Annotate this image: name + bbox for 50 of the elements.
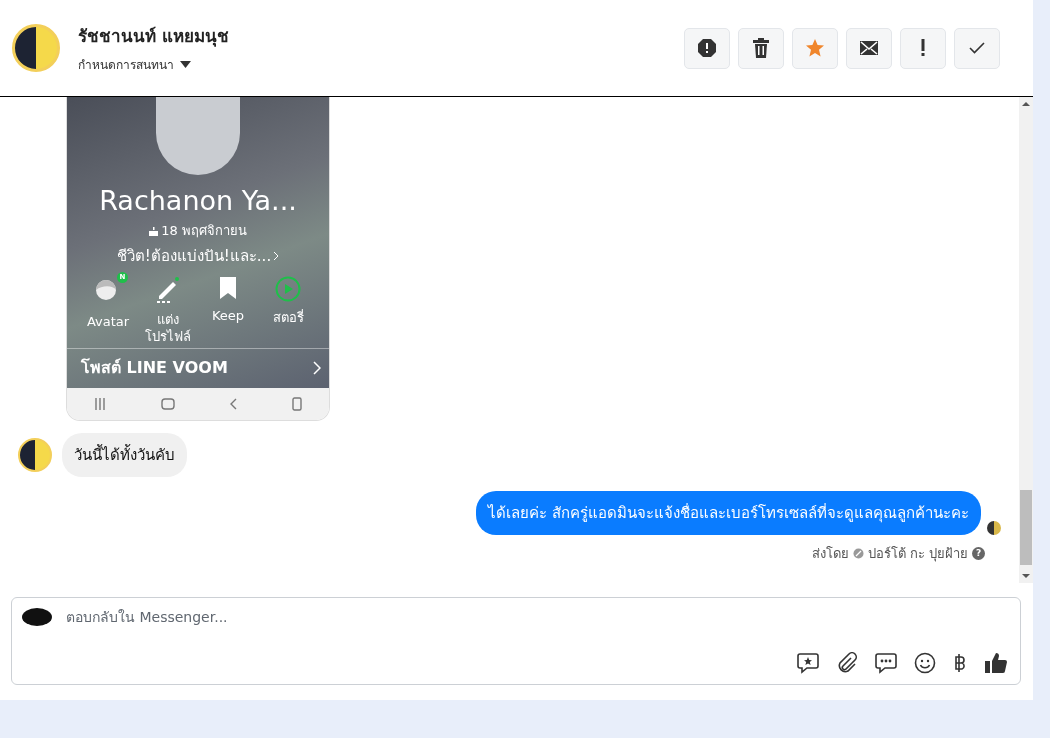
alert-icon xyxy=(697,38,717,58)
pencil-icon xyxy=(155,276,181,304)
scrollbar[interactable] xyxy=(1019,97,1033,583)
outgoing-message: ได้เลยค่ะ สักครู่แอดมินจะแจ้งชื่อและเบอร์โทรเซลล์ที่จะดูแลคุณลูกค้านะคะ xyxy=(476,491,981,535)
recent-apps-icon xyxy=(94,398,107,410)
birthday-text: 18 พฤศจิกายน xyxy=(161,222,247,240)
contact-avatar xyxy=(18,438,52,472)
check-icon xyxy=(969,42,985,54)
chevron-right-icon xyxy=(313,360,321,375)
sender-name: ปอร์โต้ กะ ปุยฝ้าย xyxy=(867,545,968,564)
profile-action-label: Keep xyxy=(210,308,246,325)
conversation-settings-link[interactable]: กำหนดการสนทนา xyxy=(78,55,174,74)
profile-action-label: แต่ง โปรไฟล์ xyxy=(144,312,192,346)
check-button[interactable] xyxy=(954,27,1000,69)
mail-icon xyxy=(859,40,879,56)
page-logo xyxy=(22,608,52,626)
star-icon xyxy=(805,38,825,58)
caret-icon[interactable] xyxy=(180,61,191,68)
thumbs-up-icon[interactable] xyxy=(984,652,1008,674)
profile-action-label: Avatar xyxy=(85,314,131,331)
exclamation-icon xyxy=(920,39,926,57)
status-message: ชีวิต!ต้องแบ่งปัน!และ... xyxy=(116,246,272,267)
alert-button[interactable] xyxy=(684,27,730,69)
sticker-icon[interactable] xyxy=(797,652,819,674)
back-icon xyxy=(229,398,238,410)
exclaim-button[interactable] xyxy=(900,27,946,69)
chat-bubble-icon[interactable] xyxy=(875,652,897,674)
trash-icon xyxy=(752,38,770,58)
profile-name: Rachanon Ya... xyxy=(99,185,297,216)
paperclip-icon[interactable] xyxy=(836,652,858,674)
chevron-right-icon xyxy=(273,251,280,261)
baht-icon[interactable] xyxy=(953,653,967,673)
profile-action-label: สตอรี่ xyxy=(271,310,305,327)
incoming-message: วันนี้ได้ทั้งวันคับ xyxy=(62,433,187,477)
page-avatar xyxy=(987,521,1001,535)
mail-button[interactable] xyxy=(846,27,892,69)
sent-by-label: ส่งโดย xyxy=(811,545,849,563)
bookmark-icon xyxy=(219,276,237,300)
smiley-icon[interactable] xyxy=(914,652,936,674)
play-circle-icon xyxy=(275,276,301,302)
scrollbar-thumb[interactable] xyxy=(1020,490,1032,565)
trash-button[interactable] xyxy=(738,27,784,69)
cake-icon xyxy=(149,225,159,236)
blocked-icon xyxy=(852,548,864,559)
contact-name: รัชชานนท์ แหยมนุช xyxy=(78,25,230,49)
phone-icon xyxy=(291,397,302,411)
contact-avatar xyxy=(12,24,60,72)
help-icon[interactable]: ? xyxy=(972,547,985,560)
star-button[interactable] xyxy=(792,27,838,69)
home-icon xyxy=(160,398,175,410)
